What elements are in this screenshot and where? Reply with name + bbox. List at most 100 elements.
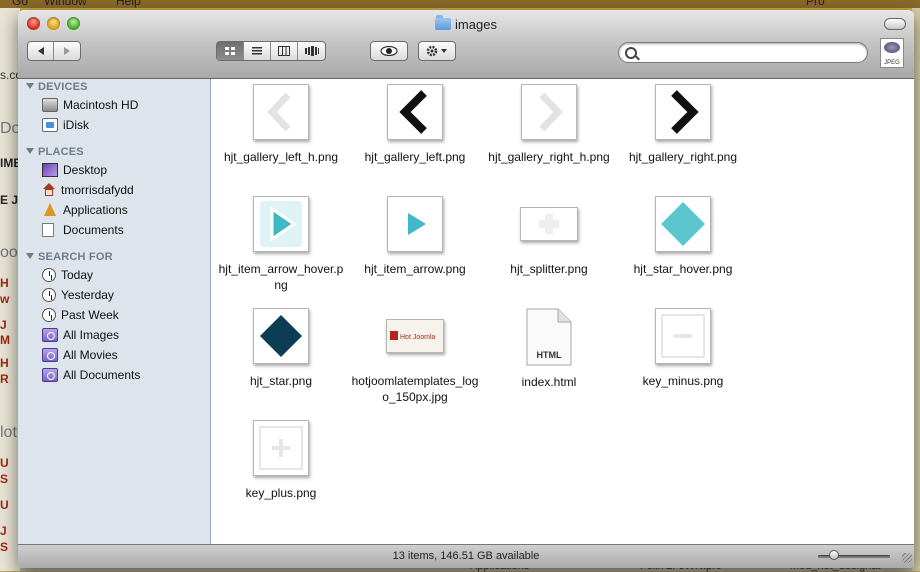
- file-name: hjt_star.png: [249, 374, 313, 388]
- bg-text-fragment: S: [0, 540, 9, 554]
- sidebar-item-documents[interactable]: Documents: [42, 221, 124, 239]
- sidebar-item-label: Desktop: [63, 163, 108, 177]
- file-item[interactable]: HTML index.html: [482, 308, 616, 390]
- sidebar-item-all-documents[interactable]: All Documents: [42, 366, 140, 384]
- back-button[interactable]: [28, 42, 55, 60]
- clock-icon: [42, 288, 56, 302]
- key-minus-icon: [655, 308, 711, 364]
- smart-folder-icon: [42, 368, 58, 382]
- html-label: HTML: [536, 350, 562, 360]
- clock-icon: [42, 268, 56, 282]
- sidebar-item-applications[interactable]: Applications: [42, 201, 128, 219]
- menu-window[interactable]: Window: [44, 0, 87, 8]
- gear-icon: [426, 45, 447, 57]
- file-item[interactable]: key_plus.png: [214, 420, 348, 501]
- diamond-icon: [253, 308, 309, 364]
- eye-icon: [380, 46, 398, 56]
- menu-pro[interactable]: Pro: [806, 0, 825, 8]
- sidebar-item-today[interactable]: Today: [42, 266, 93, 284]
- columns-icon: [278, 46, 290, 56]
- navigation-buttons: [27, 41, 81, 61]
- coverflow-view-button[interactable]: [298, 42, 325, 60]
- sidebar-item-label: All Movies: [63, 348, 118, 362]
- file-item[interactable]: hjt_gallery_right_h.png: [482, 84, 616, 165]
- applications-icon: [42, 203, 58, 217]
- icon-size-slider-thumb[interactable]: [828, 550, 839, 560]
- resize-grip-icon[interactable]: [902, 553, 912, 563]
- list-view-button[interactable]: [244, 42, 271, 60]
- file-name: hjt_gallery_right.png: [628, 150, 738, 164]
- chevron-left-icon: [387, 84, 443, 140]
- column-view-button[interactable]: [271, 42, 298, 60]
- file-item[interactable]: hjt_gallery_left_h.png: [214, 84, 348, 165]
- file-item[interactable]: Hot Joomla hotjoomlatemplates_logo_150px…: [348, 308, 482, 405]
- clock-icon: [42, 308, 56, 322]
- chevron-right-icon: [655, 84, 711, 140]
- sidebar-item-home[interactable]: tmorrisdafydd: [42, 181, 134, 199]
- file-item[interactable]: hjt_item_arrow_hover.png: [214, 196, 348, 293]
- window-title-text: images: [455, 17, 497, 32]
- idisk-icon: [42, 118, 58, 132]
- toolbar-toggle-button[interactable]: [884, 18, 906, 30]
- sidebar-item-macintosh-hd[interactable]: Macintosh HD: [42, 96, 138, 114]
- bg-text-fragment: oo: [0, 244, 18, 261]
- file-item[interactable]: hjt_star.png: [214, 308, 348, 389]
- bg-text-fragment: R: [0, 372, 9, 386]
- sidebar-item-label: Macintosh HD: [63, 98, 139, 112]
- sidebar-section-places[interactable]: PLACES: [26, 146, 84, 158]
- bg-text-fragment: J: [0, 318, 7, 332]
- path-preview-icon[interactable]: JPEG: [880, 38, 904, 68]
- sidebar-item-all-images[interactable]: All Images: [42, 326, 119, 344]
- sidebar-item-all-movies[interactable]: All Movies: [42, 346, 118, 364]
- diamond-hover-icon: [655, 196, 711, 252]
- sidebar-item-yesterday[interactable]: Yesterday: [42, 286, 114, 304]
- sidebar: DEVICES Macintosh HD iDisk PLACES Deskto…: [18, 79, 211, 544]
- play-arrow-icon: [387, 196, 443, 252]
- file-name: hotjoomlatemplates_logo_150px.jpg: [351, 374, 479, 404]
- documents-icon: [42, 223, 54, 237]
- file-item[interactable]: hjt_item_arrow.png: [348, 196, 482, 277]
- arrow-left-icon: [37, 47, 44, 55]
- toolbar: images JPEG: [18, 10, 914, 79]
- sidebar-item-idisk[interactable]: iDisk: [42, 116, 89, 134]
- play-arrow-hover-icon: [253, 196, 309, 252]
- preview-label: JPEG: [884, 60, 900, 66]
- menu-help[interactable]: Help: [116, 0, 141, 8]
- menu-go[interactable]: Go: [12, 0, 28, 8]
- arrow-right-icon: [64, 47, 70, 55]
- sidebar-item-label: iDisk: [63, 118, 89, 132]
- finder-window: images JPEG DEVICES Macintosh HD iDisk P…: [18, 10, 914, 568]
- status-bar: 13 items, 146.51 GB available: [18, 544, 914, 568]
- file-name: index.html: [521, 375, 577, 389]
- sidebar-item-label: Past Week: [61, 308, 119, 322]
- sidebar-item-desktop[interactable]: Desktop: [42, 161, 107, 179]
- disclosure-triangle-icon: [26, 83, 34, 89]
- bg-text-fragment: J: [0, 524, 7, 538]
- logo-text: Hot Joomla: [400, 334, 436, 341]
- forward-button[interactable]: [54, 42, 80, 60]
- plus-faint-icon: [520, 207, 578, 241]
- sidebar-item-past-week[interactable]: Past Week: [42, 306, 119, 324]
- sidebar-item-label: All Documents: [63, 368, 141, 382]
- search-input[interactable]: [641, 45, 860, 62]
- sidebar-item-label: tmorrisdafydd: [61, 183, 134, 197]
- search-icon: [625, 47, 637, 59]
- sidebar-section-devices[interactable]: DEVICES: [26, 81, 88, 93]
- sidebar-section-search-for[interactable]: SEARCH FOR: [26, 251, 113, 263]
- file-item[interactable]: hjt_star_hover.png: [616, 196, 750, 277]
- action-menu-button[interactable]: [418, 41, 456, 61]
- disclosure-triangle-icon: [26, 148, 34, 154]
- file-item[interactable]: hjt_gallery_left.png: [348, 84, 482, 165]
- file-name: key_plus.png: [245, 486, 317, 500]
- file-item[interactable]: key_minus.png: [616, 308, 750, 389]
- chevron-right-faint-icon: [521, 84, 577, 140]
- section-label: SEARCH FOR: [38, 251, 113, 263]
- file-item[interactable]: hjt_splitter.png: [482, 196, 616, 277]
- quicklook-button[interactable]: [370, 41, 408, 61]
- file-item[interactable]: hjt_gallery_right.png: [616, 84, 750, 165]
- search-field[interactable]: [618, 42, 868, 63]
- file-name: hjt_gallery_left.png: [364, 150, 466, 164]
- icon-view-button[interactable]: [217, 42, 244, 60]
- window-title: images: [18, 15, 914, 32]
- file-name: hjt_star_hover.png: [633, 262, 733, 276]
